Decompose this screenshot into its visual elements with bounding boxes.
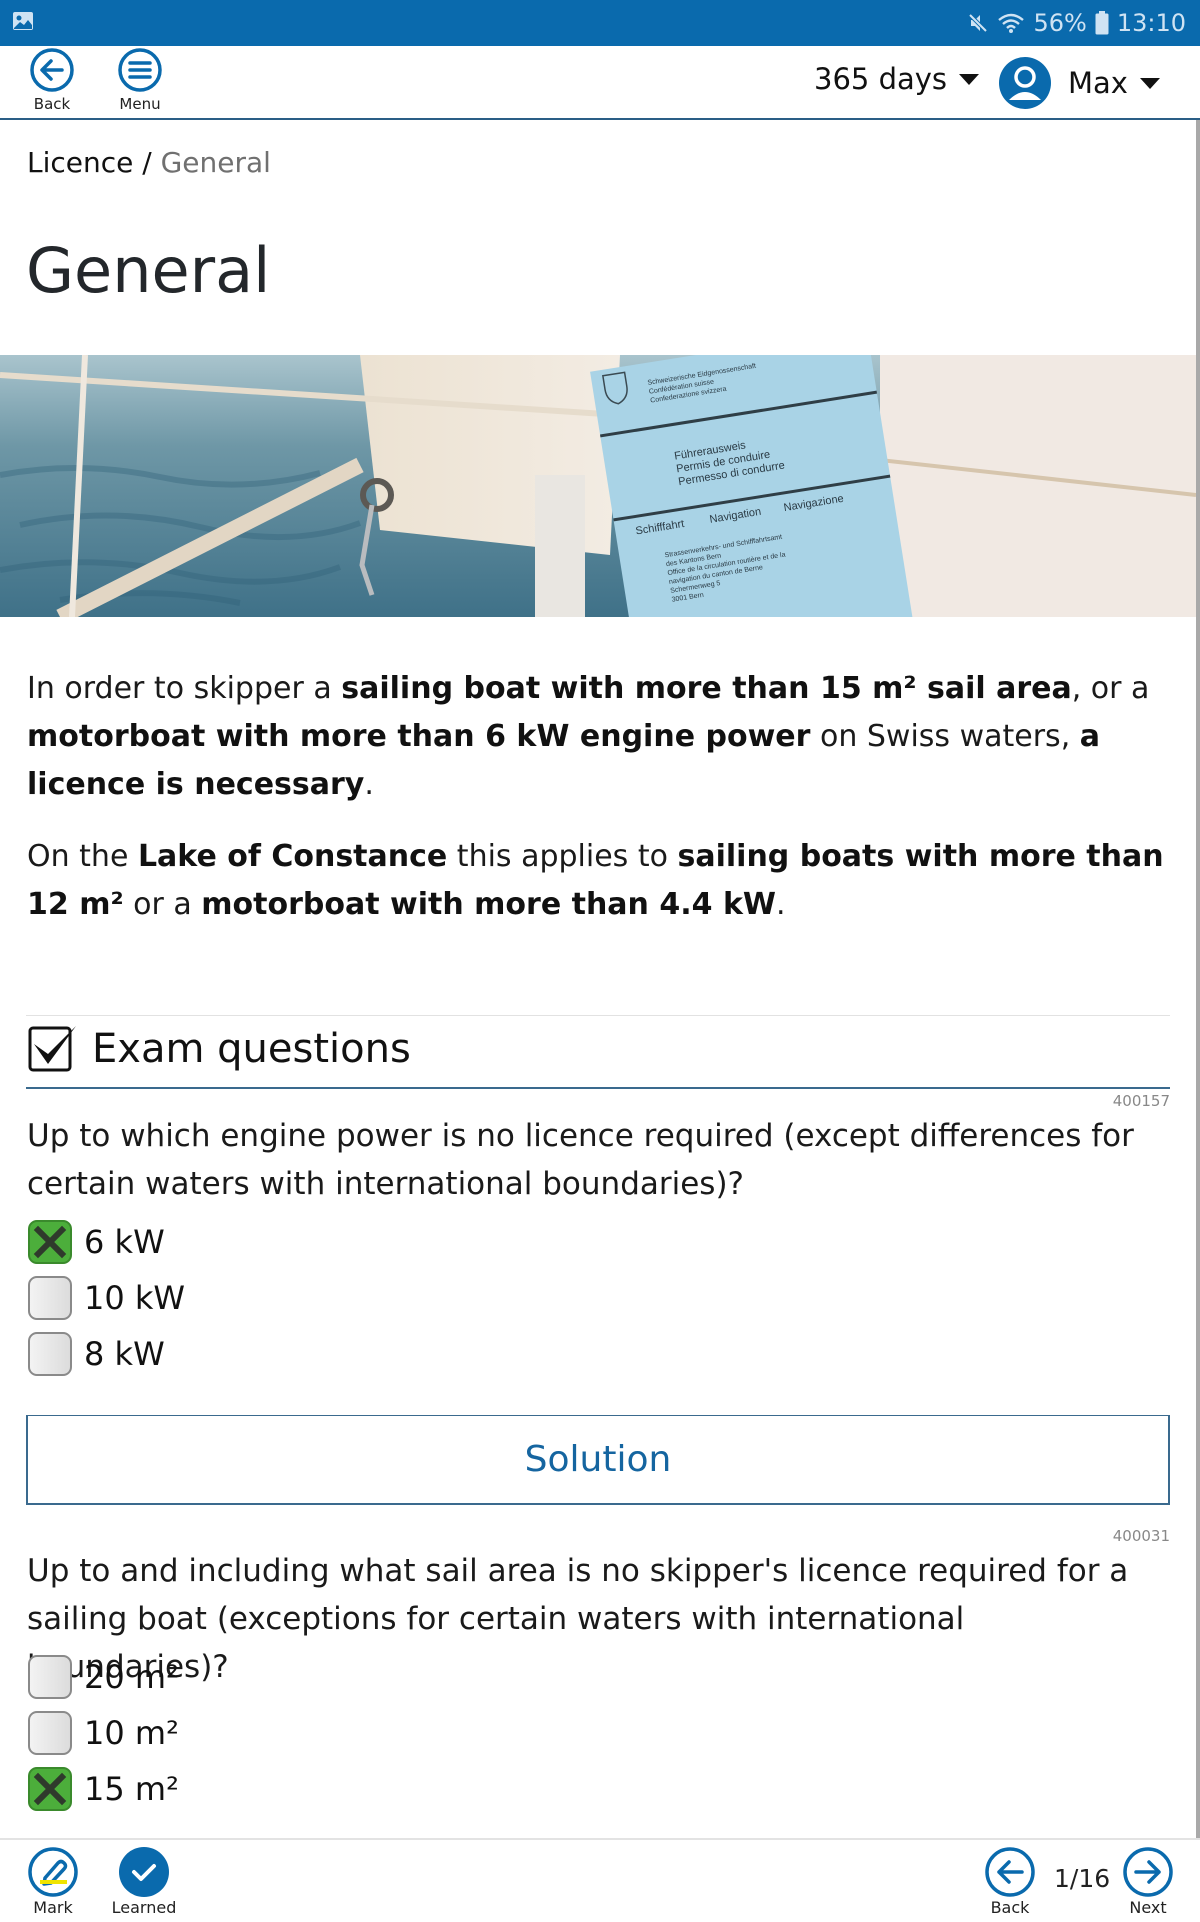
answer-label: 20 m² xyxy=(84,1658,179,1696)
period-dropdown[interactable]: 365 days xyxy=(814,62,980,96)
heading-underline xyxy=(26,1087,1170,1089)
check-circle-icon xyxy=(119,1847,169,1897)
learned-button[interactable]: Learned xyxy=(108,1846,180,1917)
user-name: Max xyxy=(1068,66,1128,100)
answer-label: 10 m² xyxy=(84,1714,179,1752)
back-label: Back xyxy=(33,95,71,113)
previous-question-button[interactable]: Back xyxy=(982,1846,1038,1917)
arrow-right-icon xyxy=(1123,1847,1173,1897)
solution-button[interactable]: Solution xyxy=(26,1415,1170,1505)
question-text: Up to which engine power is no licence r… xyxy=(27,1118,1134,1202)
paragraph-text: this applies to xyxy=(447,839,678,874)
hero-illustration: Schweizerische Eidgenossenschaft Confédé… xyxy=(0,355,1196,617)
caret-down-icon xyxy=(959,73,980,85)
answer-checkbox[interactable] xyxy=(28,1332,72,1376)
page-indicator: 1/16 xyxy=(1054,1864,1111,1893)
menu-label: Menu xyxy=(119,95,161,113)
next-label: Next xyxy=(1129,1898,1167,1917)
exam-heading-text: Exam questions xyxy=(92,1026,411,1072)
scrollbar[interactable] xyxy=(1196,120,1200,1840)
clock: 13:10 xyxy=(1116,9,1186,37)
answer-option[interactable]: 10 kW xyxy=(28,1276,185,1320)
answer-label: 10 kW xyxy=(84,1279,186,1317)
user-avatar-icon xyxy=(999,57,1051,109)
cross-mark-icon xyxy=(33,1225,67,1259)
paragraph-text: In order to skipper a xyxy=(27,671,342,706)
next-question-button[interactable]: Next xyxy=(1120,1846,1176,1917)
mark-button[interactable]: Mark xyxy=(20,1846,86,1917)
intro-paragraph-1: In order to skipper a sailing boat with … xyxy=(27,665,1167,809)
paragraph-text: On the xyxy=(27,839,138,874)
emphasis-text: motorboat with more than 4.4 kW xyxy=(201,887,776,922)
bottom-toolbar: Mark Learned Back 1/16 Next xyxy=(0,1838,1200,1922)
emphasis-text: Lake of Constance xyxy=(137,839,448,874)
cross-mark-icon xyxy=(33,1772,67,1806)
page-title: General xyxy=(26,234,271,307)
answer-option[interactable]: 6 kW xyxy=(28,1220,165,1264)
breadcrumb: Licence / General xyxy=(27,146,271,179)
period-value: 365 days xyxy=(814,62,948,96)
answer-checkbox[interactable] xyxy=(28,1220,72,1264)
wifi-icon xyxy=(998,13,1025,33)
battery-icon xyxy=(1095,11,1109,35)
breadcrumb-current: General xyxy=(160,146,271,179)
answer-checkbox[interactable] xyxy=(28,1276,72,1320)
question-id: 400157 xyxy=(1112,1092,1170,1110)
status-bar: 56% 13:10 xyxy=(0,0,1200,46)
user-dropdown[interactable]: Max xyxy=(998,56,1160,110)
answer-label: 6 kW xyxy=(84,1223,165,1261)
mark-label: Mark xyxy=(33,1898,73,1917)
learned-label: Learned xyxy=(111,1898,177,1917)
answer-label: 15 m² xyxy=(84,1770,179,1808)
exam-questions-heading: Exam questions xyxy=(28,1024,411,1074)
checkbox-checked-icon xyxy=(28,1026,76,1072)
answer-option[interactable]: 10 m² xyxy=(28,1711,179,1755)
paragraph-text: , or a xyxy=(1071,671,1150,706)
intro-paragraph-2: On the Lake of Constance this applies to… xyxy=(27,833,1167,929)
section-divider xyxy=(26,1015,1170,1016)
paragraph-text: on Swiss waters, xyxy=(810,719,1080,754)
answer-label: 8 kW xyxy=(84,1335,165,1373)
answer-checkbox[interactable] xyxy=(28,1655,72,1699)
paragraph-text: . xyxy=(775,887,786,922)
emphasis-text: motorboat with more than 6 kW engine pow… xyxy=(27,719,811,754)
paragraph-text: . xyxy=(364,767,374,802)
answer-option[interactable]: 8 kW xyxy=(28,1332,165,1376)
breadcrumb-separator: / xyxy=(133,146,161,179)
mute-icon xyxy=(969,13,988,33)
arrow-left-icon xyxy=(985,1847,1035,1897)
caret-down-icon xyxy=(1139,77,1160,89)
menu-icon xyxy=(118,48,162,92)
highlighter-pen-icon xyxy=(28,1847,78,1897)
answer-checkbox[interactable] xyxy=(28,1711,72,1755)
arrow-left-icon xyxy=(30,48,74,92)
back-button[interactable]: Back xyxy=(12,48,92,113)
question-text: Up to and including what sail area is no… xyxy=(27,1553,1129,1685)
answer-option[interactable]: 20 m² xyxy=(28,1655,179,1699)
hero-image: Schweizerische Eidgenossenschaft Confédé… xyxy=(0,355,1196,617)
answer-option[interactable]: 15 m² xyxy=(28,1767,179,1811)
breadcrumb-parent[interactable]: Licence xyxy=(27,146,133,179)
gallery-icon xyxy=(13,12,33,30)
paragraph-text: or a xyxy=(123,887,202,922)
battery-percent: 56% xyxy=(1033,9,1087,37)
answer-checkbox[interactable] xyxy=(28,1767,72,1811)
emphasis-text: sailing boat with more than 15 m² sail a… xyxy=(341,671,1072,706)
question-id: 400031 xyxy=(1112,1527,1170,1545)
back-label: Back xyxy=(990,1898,1030,1917)
menu-button[interactable]: Menu xyxy=(100,48,180,113)
app-header: Back Menu 365 days Max xyxy=(0,46,1200,120)
